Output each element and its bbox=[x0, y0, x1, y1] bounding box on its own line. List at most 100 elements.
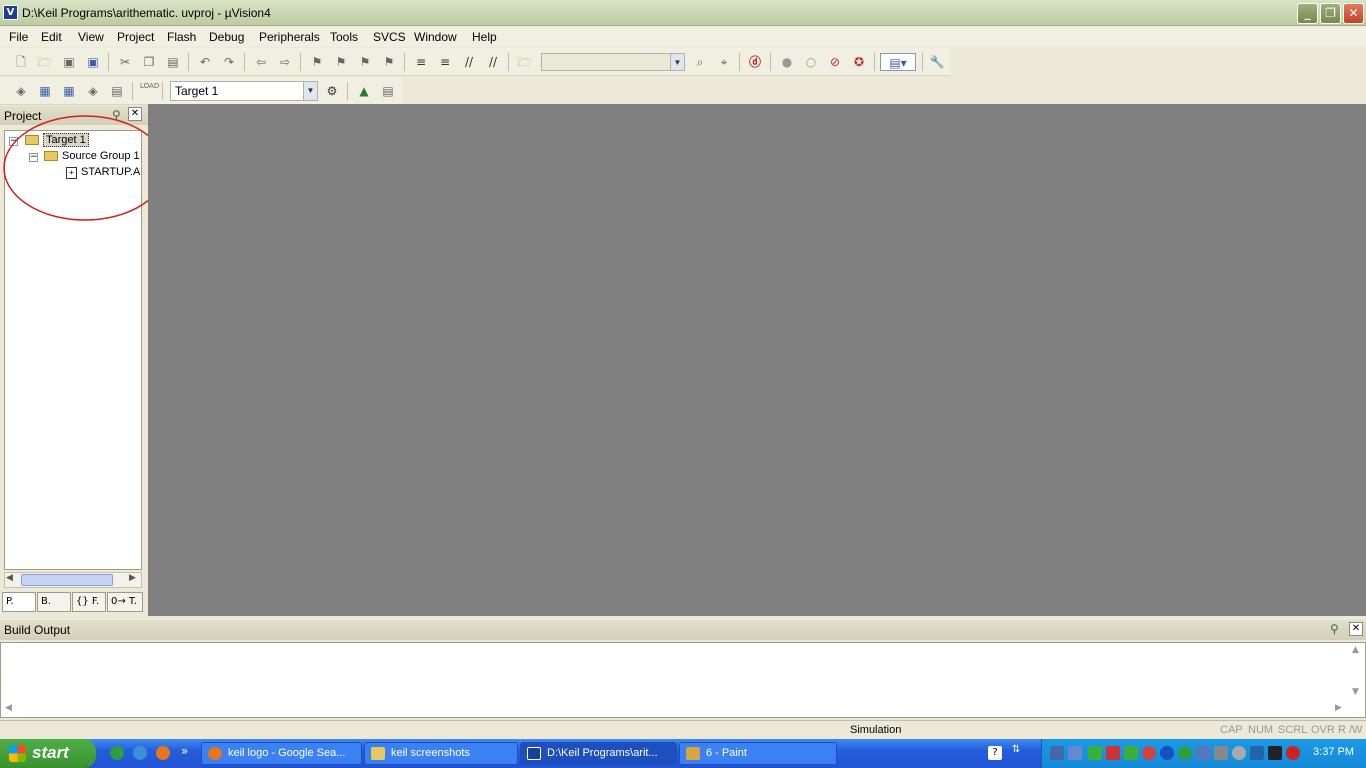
scroll-down-icon[interactable]: ▼ bbox=[1352, 687, 1359, 697]
bluetooth-icon[interactable] bbox=[1160, 746, 1174, 760]
task-uvision[interactable]: D:\Keil Programs\arit... bbox=[520, 742, 677, 765]
stop-build-icon[interactable]: ▤ bbox=[108, 82, 126, 100]
nav-forward-icon[interactable]: ⇨ bbox=[276, 53, 294, 71]
menu-view[interactable]: View bbox=[78, 30, 104, 44]
clock[interactable]: 3:37 PM bbox=[1313, 746, 1354, 758]
tab-templates[interactable]: 0→ T. bbox=[107, 592, 143, 612]
tray-app-icon[interactable] bbox=[1068, 746, 1082, 760]
configure-wrench-icon[interactable]: 🔧 bbox=[928, 53, 946, 71]
disable-all-breakpoints-icon[interactable]: ⊘ bbox=[826, 53, 844, 71]
security-icon[interactable] bbox=[1286, 746, 1300, 760]
minimize-button[interactable]: _ bbox=[1297, 3, 1318, 24]
scroll-right-icon[interactable]: ▶ bbox=[129, 573, 136, 583]
block-icon[interactable] bbox=[1142, 746, 1156, 760]
help-icon[interactable]: ? bbox=[988, 746, 1002, 760]
restore-button[interactable]: ❐ bbox=[1320, 3, 1341, 24]
uncomment-icon[interactable]: // bbox=[484, 53, 502, 71]
utorrent-icon[interactable] bbox=[110, 746, 124, 760]
home-icon[interactable] bbox=[1124, 746, 1138, 760]
close-button[interactable]: ✕ bbox=[1343, 3, 1364, 24]
task-explorer[interactable]: keil screenshots bbox=[364, 742, 518, 765]
tray-app-icon[interactable] bbox=[1250, 746, 1264, 760]
clear-bookmarks-icon[interactable]: ⚑ bbox=[380, 53, 398, 71]
build-icon[interactable]: ▦ bbox=[36, 82, 54, 100]
monitor-icon[interactable] bbox=[1268, 746, 1282, 760]
uvision-app-icon[interactable]: V bbox=[3, 5, 18, 20]
tab-project[interactable]: P. bbox=[2, 592, 36, 612]
incremental-find-icon[interactable]: ⌖ bbox=[715, 53, 733, 71]
find-in-files-icon[interactable]: 🗁 bbox=[516, 53, 534, 71]
ie-icon[interactable] bbox=[133, 746, 147, 760]
menu-help[interactable]: Help bbox=[472, 30, 497, 44]
menu-tools[interactable]: Tools bbox=[330, 30, 358, 44]
signal-icon[interactable] bbox=[1088, 746, 1102, 760]
tray-app-icon[interactable] bbox=[1232, 746, 1246, 760]
network-icon[interactable] bbox=[1050, 746, 1064, 760]
scroll-thumb[interactable] bbox=[21, 574, 113, 586]
translate-icon[interactable]: ◈ bbox=[12, 82, 30, 100]
undo-icon[interactable]: ↶ bbox=[196, 53, 214, 71]
tab-functions[interactable]: {} F. bbox=[72, 592, 106, 612]
redo-icon[interactable]: ↷ bbox=[220, 53, 238, 71]
menu-flash[interactable]: Flash bbox=[167, 30, 196, 44]
next-bookmark-icon[interactable]: ⚑ bbox=[356, 53, 374, 71]
cut-icon[interactable]: ✂ bbox=[116, 53, 134, 71]
comment-icon[interactable]: // bbox=[460, 53, 478, 71]
language-bar-icon[interactable]: ⇅ bbox=[1012, 744, 1020, 755]
pin-icon[interactable]: ⚲ bbox=[1330, 622, 1339, 636]
new-file-icon[interactable]: 🗋 bbox=[12, 53, 30, 71]
load-download-icon[interactable]: LOAD bbox=[140, 82, 159, 100]
build-output-text[interactable]: ▲ ▼ ◀ ▶ bbox=[0, 642, 1366, 718]
save-all-icon[interactable]: ▣ bbox=[84, 53, 102, 71]
open-folder-icon[interactable]: 🗁 bbox=[36, 53, 54, 71]
scroll-right-icon[interactable]: ▶ bbox=[1335, 703, 1342, 713]
tree-horizontal-scrollbar[interactable]: ◀ ▶ bbox=[4, 572, 142, 588]
tray-app-icon[interactable] bbox=[1214, 746, 1228, 760]
menu-file[interactable]: File bbox=[9, 30, 28, 44]
chevron-down-icon[interactable]: ▼ bbox=[670, 54, 684, 70]
menu-peripherals[interactable]: Peripherals bbox=[259, 30, 320, 44]
window-layout-dropdown[interactable]: ▤▾ bbox=[880, 53, 916, 71]
utorrent-tray-icon[interactable] bbox=[1178, 746, 1192, 760]
task-firefox[interactable]: keil logo - Google Sea... bbox=[201, 742, 362, 765]
nav-back-icon[interactable]: ⇦ bbox=[252, 53, 270, 71]
save-icon[interactable]: ▣ bbox=[60, 53, 78, 71]
menu-edit[interactable]: Edit bbox=[41, 30, 62, 44]
kill-breakpoints-icon[interactable]: ✪ bbox=[850, 53, 868, 71]
chevron-more-icon[interactable]: » bbox=[181, 744, 188, 758]
scroll-left-icon[interactable]: ◀ bbox=[6, 573, 13, 583]
copy-icon[interactable]: ❐ bbox=[140, 53, 158, 71]
menu-debug[interactable]: Debug bbox=[209, 30, 244, 44]
antivirus-icon[interactable] bbox=[1106, 746, 1120, 760]
bookmark-icon[interactable]: ⚑ bbox=[308, 53, 326, 71]
find-icon[interactable]: ⌕ bbox=[691, 53, 709, 71]
find-combo[interactable]: ▼ bbox=[541, 53, 685, 71]
tab-books[interactable]: B. bbox=[37, 592, 71, 612]
breakpoint-icon[interactable]: ● bbox=[778, 53, 796, 71]
debug-session-icon[interactable]: ⓓ bbox=[746, 53, 764, 71]
paste-icon[interactable]: ▤ bbox=[164, 53, 182, 71]
firefox-icon[interactable] bbox=[156, 746, 170, 760]
scroll-up-icon[interactable]: ▲ bbox=[1352, 645, 1359, 655]
manage-components-icon[interactable]: ▲ bbox=[355, 82, 373, 100]
unindent-icon[interactable]: ≡ bbox=[436, 53, 454, 71]
menu-project[interactable]: Project bbox=[117, 30, 154, 44]
chevron-down-icon[interactable]: ▼ bbox=[303, 82, 317, 100]
tray-app-icon[interactable] bbox=[1196, 746, 1210, 760]
indent-icon[interactable]: ≡ bbox=[412, 53, 430, 71]
menu-window[interactable]: Window bbox=[414, 30, 457, 44]
select-packs-icon[interactable]: ▤ bbox=[379, 82, 397, 100]
target-options-icon[interactable]: ⚙ bbox=[323, 82, 341, 100]
start-button[interactable]: start bbox=[0, 739, 96, 768]
scroll-left-icon[interactable]: ◀ bbox=[5, 703, 12, 713]
rebuild-icon[interactable]: ▦ bbox=[60, 82, 78, 100]
toolbar-separator bbox=[300, 53, 301, 71]
task-paint[interactable]: 6 - Paint bbox=[679, 742, 837, 765]
disable-breakpoint-icon[interactable]: ○ bbox=[802, 53, 820, 71]
batch-build-icon[interactable]: ◈ bbox=[84, 82, 102, 100]
target-select[interactable]: Target 1 ▼ bbox=[170, 81, 318, 101]
menu-svcs[interactable]: SVCS bbox=[373, 30, 406, 44]
close-icon[interactable]: ✕ bbox=[1349, 622, 1363, 636]
editor-area[interactable] bbox=[148, 104, 1366, 616]
prev-bookmark-icon[interactable]: ⚑ bbox=[332, 53, 350, 71]
